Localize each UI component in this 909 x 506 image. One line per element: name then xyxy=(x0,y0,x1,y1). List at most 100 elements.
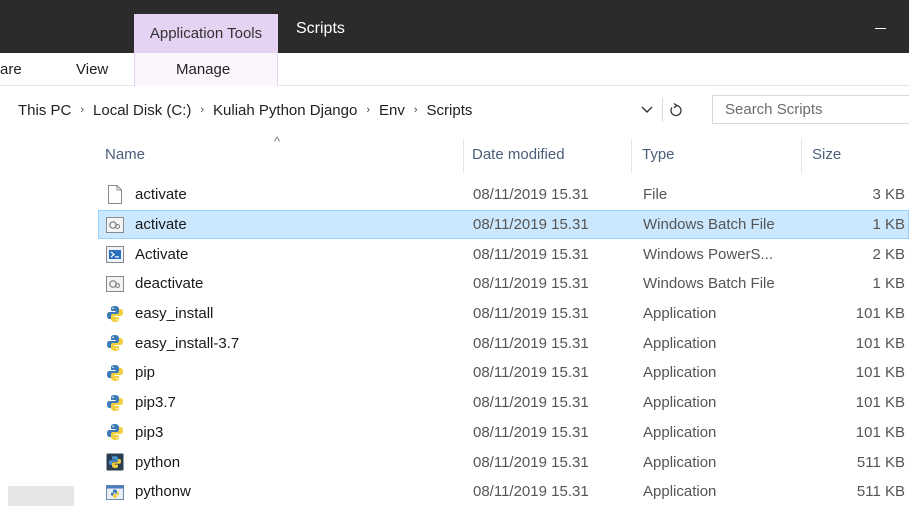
table-row[interactable]: pip3 08/11/2019 15.31 Application 101 KB xyxy=(98,418,909,448)
file-name-cell: activate xyxy=(106,181,466,209)
breadcrumb-separator-icon[interactable]: › xyxy=(409,104,423,116)
column-header-date-modified[interactable]: Date modified xyxy=(464,133,632,177)
file-explorer-window: Application Tools Scripts are View Manag… xyxy=(0,0,909,506)
file-size: 101 KB xyxy=(855,394,905,412)
file-size: 511 KB xyxy=(856,483,905,501)
title-bar: Application Tools Scripts xyxy=(0,0,909,53)
file-name: activate xyxy=(135,186,187,204)
file-type: Application xyxy=(643,364,717,382)
file-type: Application xyxy=(643,305,717,323)
batch-file-icon xyxy=(106,275,124,293)
breadcrumb-env[interactable]: Env xyxy=(375,102,409,119)
column-header-name[interactable]: Name ^ xyxy=(98,133,464,177)
ribbon-tabs: are View Manage xyxy=(0,53,909,86)
python-exe-icon xyxy=(106,453,124,471)
file-name-cell: deactivate xyxy=(106,270,466,298)
file-size: 2 KB xyxy=(872,245,905,263)
python-app-icon xyxy=(106,305,124,323)
table-row[interactable]: pip3.7 08/11/2019 15.31 Application 101 KB xyxy=(98,388,909,418)
file-name: pip3.7 xyxy=(135,394,176,412)
file-name: pythonw xyxy=(135,483,191,501)
file-type: Application xyxy=(643,394,717,412)
file-name-cell: Activate xyxy=(106,240,466,268)
file-icon xyxy=(106,185,124,205)
breadcrumb-kuliah-python-django[interactable]: Kuliah Python Django xyxy=(209,102,361,119)
breadcrumb-this-pc[interactable]: This PC xyxy=(0,102,75,119)
file-size: 1 KB xyxy=(872,216,905,234)
file-rows: activate 08/11/2019 15.31 File 3 KB activate… xyxy=(98,180,909,506)
table-row[interactable]: pythonw 08/11/2019 15.31 Application 511 KB xyxy=(98,477,909,506)
file-name: easy_install-3.7 xyxy=(135,334,240,352)
minimize-button[interactable] xyxy=(851,8,909,48)
refresh-button[interactable] xyxy=(662,98,688,122)
file-name: python xyxy=(135,453,181,471)
file-size: 1 KB xyxy=(872,275,905,293)
ribbon-tab-view[interactable]: View xyxy=(76,61,108,78)
search-input[interactable] xyxy=(713,96,909,123)
file-type: Windows Batch File xyxy=(643,275,775,293)
breadcrumb-scripts[interactable]: Scripts xyxy=(423,102,477,119)
file-name-cell: pip3.7 xyxy=(106,389,466,417)
refresh-icon xyxy=(669,102,682,117)
file-date-modified: 08/11/2019 15.31 xyxy=(473,483,589,501)
file-date-modified: 08/11/2019 15.31 xyxy=(473,334,589,352)
file-name-cell: pip xyxy=(106,359,466,387)
sort-ascending-icon: ^ xyxy=(274,134,281,149)
file-type: Application xyxy=(643,453,717,471)
application-tools-label: Application Tools xyxy=(149,25,263,42)
file-name: pip3 xyxy=(135,423,164,441)
file-date-modified: 08/11/2019 15.31 xyxy=(473,364,589,382)
file-type: Application xyxy=(643,334,717,352)
minimize-icon xyxy=(874,27,886,29)
file-name: activate xyxy=(135,216,187,234)
file-name-cell: easy_install-3.7 xyxy=(106,329,466,357)
python-app-icon xyxy=(106,334,124,352)
recent-locations-button[interactable] xyxy=(636,99,658,121)
file-type: Windows Batch File xyxy=(643,216,775,234)
file-type: Application xyxy=(643,483,717,501)
file-name-cell: activate xyxy=(106,211,466,239)
file-name: easy_install xyxy=(135,305,214,323)
file-name-cell: pythonw xyxy=(106,478,466,506)
table-row[interactable]: easy_install-3.7 08/11/2019 15.31 Applicat… xyxy=(98,328,909,358)
column-header-size[interactable]: Size xyxy=(802,133,909,177)
file-name-cell: easy_install xyxy=(106,300,466,328)
table-row[interactable]: activate 08/11/2019 15.31 File 3 KB xyxy=(98,180,909,210)
ribbon-tab-share[interactable]: are xyxy=(0,61,22,78)
file-name: pip xyxy=(135,364,156,382)
table-row[interactable]: python 08/11/2019 15.31 Application 511 KB xyxy=(98,447,909,477)
file-size: 3 KB xyxy=(872,186,905,204)
column-header-name-label: Name xyxy=(105,146,146,163)
file-date-modified: 08/11/2019 15.31 xyxy=(473,216,589,234)
table-row[interactable]: pip 08/11/2019 15.31 Application 101 KB xyxy=(98,358,909,388)
breadcrumb-separator-icon[interactable]: › xyxy=(361,104,375,116)
pythonw-exe-icon xyxy=(106,483,124,501)
application-tools-tab[interactable]: Application Tools xyxy=(134,14,278,53)
breadcrumb-separator-icon[interactable]: › xyxy=(195,104,209,116)
file-name: Activate xyxy=(135,245,189,263)
table-row[interactable]: easy_install 08/11/2019 15.31 Application 1… xyxy=(98,299,909,329)
column-header-size-label: Size xyxy=(812,146,842,163)
address-bar: This PC › Local Disk (C:) › Kuliah Pytho… xyxy=(0,86,909,133)
table-row[interactable]: activate 08/11/2019 15.31 Windows Batch Fi… xyxy=(98,209,909,240)
file-size: 101 KB xyxy=(855,334,905,352)
table-row[interactable]: Activate 08/11/2019 15.31 Windows PowerS..… xyxy=(98,239,909,269)
ribbon-tab-manage[interactable]: Manage xyxy=(176,61,230,78)
breadcrumb-local-disk[interactable]: Local Disk (C:) xyxy=(89,102,195,119)
column-headers: Name ^ Date modified Type Size xyxy=(98,133,909,177)
file-list: Name ^ Date modified Type Size activate 0… xyxy=(98,133,909,506)
chevron-down-icon xyxy=(641,106,653,113)
file-type: Application xyxy=(643,423,717,441)
breadcrumb-separator-icon[interactable]: › xyxy=(75,104,89,116)
navigation-pane xyxy=(0,133,78,506)
file-date-modified: 08/11/2019 15.31 xyxy=(473,186,589,204)
column-header-type[interactable]: Type xyxy=(632,133,802,177)
file-date-modified: 08/11/2019 15.31 xyxy=(473,394,589,412)
table-row[interactable]: deactivate 08/11/2019 15.31 Windows Batch … xyxy=(98,269,909,299)
search-box[interactable] xyxy=(712,95,909,124)
navigation-pane-scrollbar[interactable] xyxy=(8,486,74,506)
file-name-cell: python xyxy=(106,448,466,476)
powershell-file-icon xyxy=(106,245,124,263)
column-header-type-label: Type xyxy=(642,146,675,163)
batch-file-icon xyxy=(106,216,124,234)
